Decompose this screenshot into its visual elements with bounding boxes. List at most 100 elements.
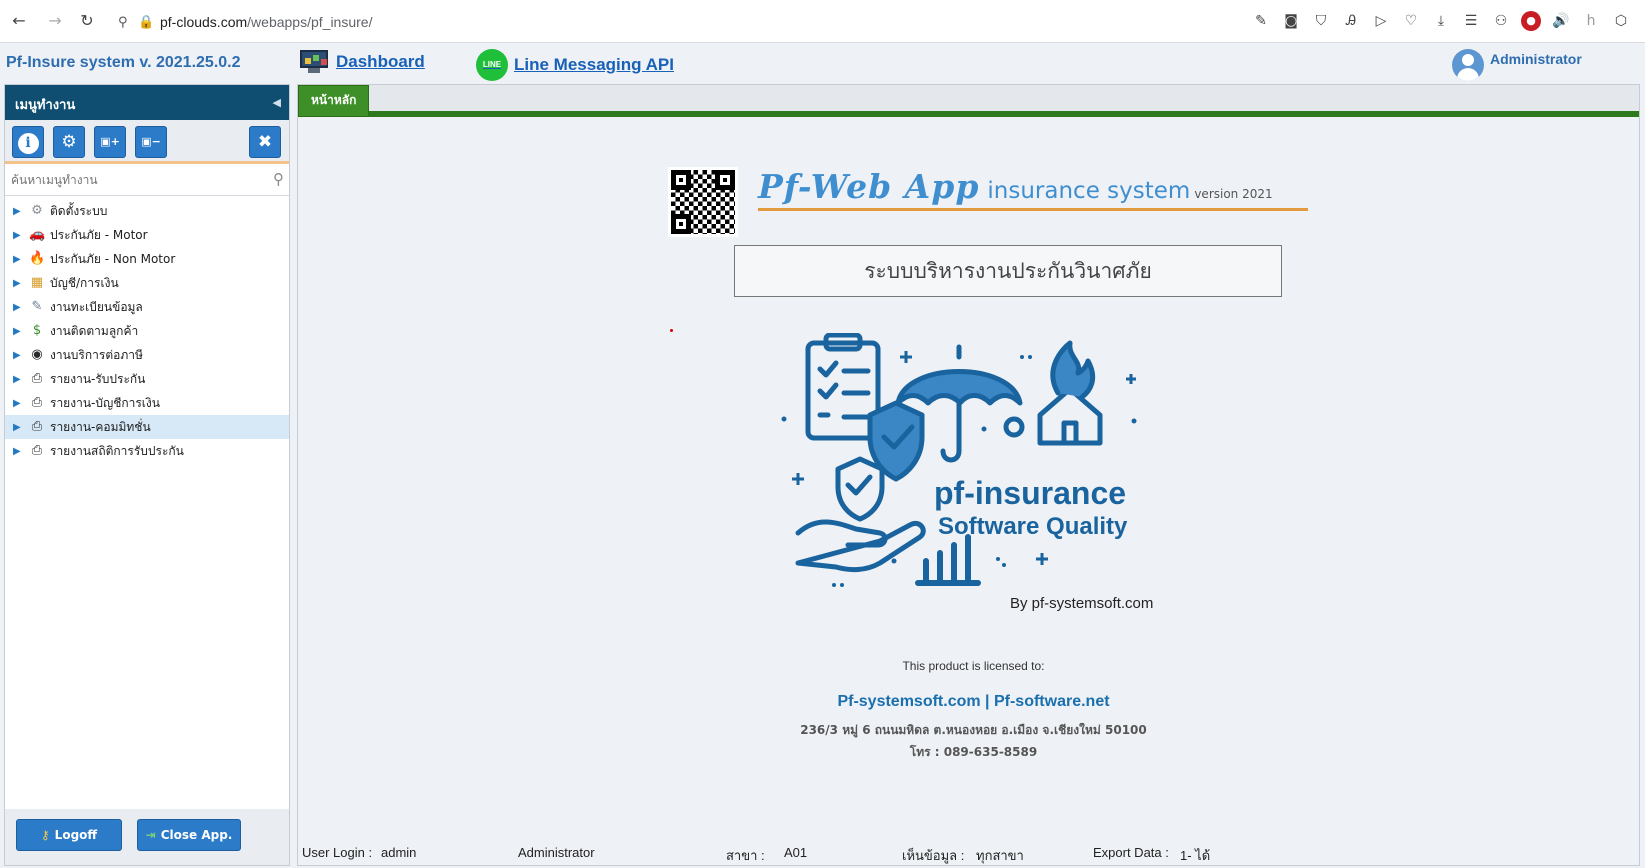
role-value: Administrator [518,845,595,860]
money-bag-icon: $ [32,323,42,338]
system-subtitle: ระบบบริหารงานประกันวินาศภัย [734,245,1282,297]
play-icon[interactable]: ▷ [1371,11,1391,31]
menu-item-label: ประกันภัย - Motor [50,227,148,242]
app-header: Pf-Insure system v. 2021.25.0.2 Dashboar… [0,43,1645,83]
hand-icon [795,519,926,573]
menu-item-label: งานทะเบียนข้อมูล [50,299,143,314]
menu-item[interactable]: ▶ ▦ บัญชี/การเงิน [5,271,289,295]
fire-icon [1050,340,1096,400]
tab-home[interactable]: หน้าหลัก [298,85,370,117]
expand-arrow-icon[interactable]: ▶ [13,302,27,313]
logoff-label: Logoff [54,828,98,842]
key-icon: ⚷ [40,828,50,842]
menu-item[interactable]: ▶ ◉ งานบริการต่อภาษี [5,343,289,367]
expand-arrow-icon[interactable]: ▶ [13,350,27,361]
tab-strip: หน้าหลัก [298,85,1639,117]
logo-byline: By pf-systemsoft.com [1010,595,1154,612]
sidebar-footer: ⚷ Logoff ⇥ Close App. [5,809,289,865]
sidebar-header: เมนูทำงาน ◀ [5,85,289,120]
user-login-value: admin [381,845,417,860]
cube-icon[interactable]: ⬡ [1611,11,1631,31]
close-icon: ✖ [257,132,273,152]
h-extension-icon[interactable]: h [1581,11,1601,31]
branch-label: สาขา : [726,848,765,863]
line-app-icon: LINE [476,49,508,81]
edit-icon[interactable]: ✎ [1251,11,1271,31]
close-menu-button[interactable]: ✖ [249,126,281,158]
close-app-button[interactable]: ⇥ Close App. [137,819,241,851]
collapse-all-button[interactable]: ▣− [135,126,167,158]
menu-item[interactable]: ▶ ⚙ ติดตั้งระบบ [5,199,289,223]
menu-item[interactable]: ▶ ⎙ รายงาน-บัญชีการเงิน [5,391,289,415]
licensee-company: Pf-systemsoft.com | Pf-software.net [837,693,1110,710]
expand-arrow-icon[interactable]: ▶ [13,374,27,385]
profile-icon[interactable]: ⚇ [1491,11,1511,31]
search-icon[interactable]: ⚲ [273,170,284,188]
main-panel: หน้าหลัก Pf-Web App insurance system versi… [297,84,1640,866]
menu-search-input[interactable] [5,164,289,195]
printer-icon: ⎙ [31,371,43,386]
adblock-icon[interactable]: ● [1521,11,1541,31]
collapse-left-icon[interactable]: ◀ [273,96,281,109]
expand-arrow-icon[interactable]: ▶ [13,206,27,217]
view-scope-label: เห็นข้อมูล : [902,848,965,863]
expand-arrow-icon[interactable]: ▶ [13,398,27,409]
camera-icon[interactable]: ◙ [1281,11,1301,31]
expand-arrow-icon[interactable]: ▶ [13,422,27,433]
gear-icon [1003,416,1025,438]
shield-check-icon[interactable]: ⛉ [1311,11,1331,31]
app-title: Pf-Insure system v. 2021.25.0.2 [6,54,241,71]
lock-icon: 🔒 [138,14,155,30]
line-messaging-label[interactable]: Line Messaging API [514,55,674,75]
logoff-button[interactable]: ⚷ Logoff [16,819,122,851]
settings-button[interactable]: ⚙ [53,126,85,158]
menu-item[interactable]: ▶ ⎙ รายงาน-รับประกัน [5,367,289,391]
info-button[interactable]: i [12,126,44,158]
user-login-label: User Login : [302,845,373,860]
heart-icon[interactable]: ♡ [1401,11,1421,31]
expand-arrow-icon[interactable]: ▶ [13,254,27,265]
back-icon[interactable]: ← [8,10,30,32]
brand-title: Pf-Web App [758,167,980,206]
gear-icon: ⚙ [61,132,77,152]
expand-arrow-icon[interactable]: ▶ [13,230,27,241]
umbrella-icon [895,369,1023,406]
menu-item[interactable]: ▶ 🚗 ประกันภัย - Motor [5,223,289,247]
menu-item[interactable]: ▶ ⎙ รายงาน-คอมมิทชั่น [5,415,289,439]
fire-icon: 🔥 [29,251,46,266]
branch-value: A01 [784,845,808,860]
user-menu[interactable]: Administrator [1452,47,1582,81]
translate-icon[interactable]: Ꭿ [1341,11,1361,31]
avatar[interactable] [1452,49,1484,81]
licensee-phone: โทร : 089-635-8589 [909,745,1038,759]
menu-item-label: รายงาน-คอมมิทชั่น [50,419,151,434]
line-messaging-link[interactable]: LINE Line Messaging API [476,49,674,81]
url-text[interactable]: pf-clouds.com/webapps/pf_insure/ [160,14,372,30]
speaker-icon[interactable]: 🔊 [1551,11,1571,31]
user-name[interactable]: Administrator [1490,51,1582,81]
export-value: 1- ได้ [1180,848,1211,863]
menu-item[interactable]: ▶ ✎ งานทะเบียนข้อมูล [5,295,289,319]
menu-item-label: รายงานสถิติการรับประกัน [50,443,184,458]
site-settings-icon[interactable]: ⚲ [118,15,138,30]
qr-code-image [668,167,738,237]
licensee-address: 236/3 หมู่ 6 ถนนมหิดล ต.หนองหอย อ.เมือง … [800,723,1147,737]
tree-expand-icon: ▣+ [100,135,120,148]
reading-list-icon[interactable]: ☰ [1461,11,1481,31]
forward-icon[interactable]: → [44,10,66,32]
expand-arrow-icon[interactable]: ▶ [13,278,27,289]
expand-all-button[interactable]: ▣+ [94,126,126,158]
menu-item[interactable]: ▶ $ งานติดตามลูกค้า [5,319,289,343]
reload-icon[interactable]: ↻ [76,10,98,32]
menu-item-label: รายงาน-บัญชีการเงิน [50,395,160,410]
expand-arrow-icon[interactable]: ▶ [13,446,27,457]
menu-item[interactable]: ▶ ⎙ รายงานสถิติการรับประกัน [5,439,289,463]
menu-item[interactable]: ▶ 🔥 ประกันภัย - Non Motor [5,247,289,271]
menu-search: ⚲ [5,164,289,196]
dashboard-link[interactable]: Dashboard [298,49,425,75]
sidebar: เมนูทำงาน ◀ i ⚙ ▣+ ▣− ✖ ⚲ ▶⚙ติดตั้งระบบ▶… [4,84,290,866]
expand-arrow-icon[interactable]: ▶ [13,326,27,337]
download-icon[interactable]: ⤓ [1431,11,1451,31]
dashboard-label[interactable]: Dashboard [336,52,425,72]
red-dot [670,329,673,332]
